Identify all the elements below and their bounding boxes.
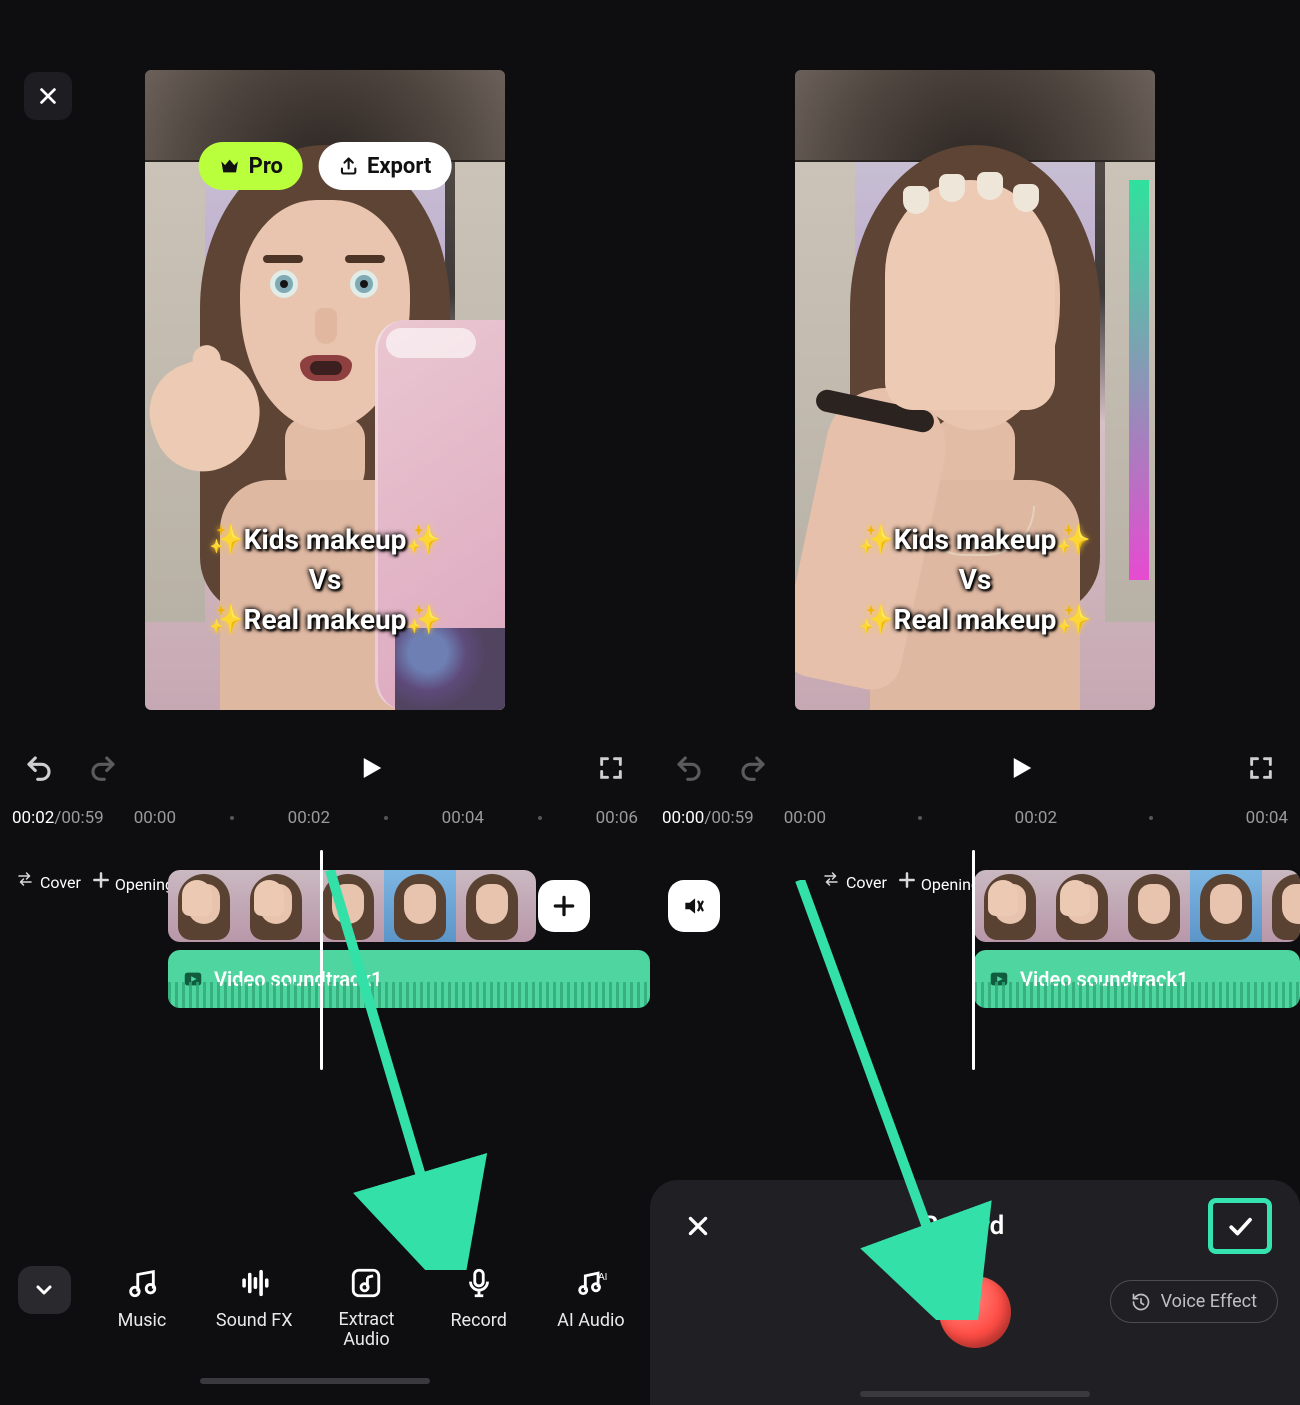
record-sheet: Record Voice Effect xyxy=(650,1180,1300,1405)
pro-badge[interactable]: Pro xyxy=(199,142,303,190)
record-close-button[interactable] xyxy=(678,1206,718,1246)
video-preview-area: Pro Export xyxy=(0,70,650,790)
time-ruler: 00:00/00:59 00:00 00:02 00:04 xyxy=(650,800,1300,828)
fullscreen-button[interactable] xyxy=(1242,749,1280,787)
undo-button[interactable] xyxy=(670,749,708,787)
overlay-caption-line1: ✨Kids makeup✨ xyxy=(145,520,505,560)
soundfx-tool[interactable]: Sound FX xyxy=(213,1266,295,1331)
timeline[interactable]: Cover Opening Video soundtr xyxy=(0,850,650,1050)
overlay-caption-line2: Vs xyxy=(795,560,1155,600)
check-icon xyxy=(1225,1211,1255,1241)
extract-audio-tool[interactable]: Extract Audio xyxy=(325,1266,407,1350)
microphone-icon xyxy=(462,1266,496,1300)
ai-audio-icon: AI xyxy=(573,1266,609,1300)
audio-track[interactable]: Video soundtrack1 xyxy=(974,950,1300,1008)
collapse-toolbar-button[interactable] xyxy=(18,1266,71,1314)
overlay-caption-line3: ✨Real makeup✨ xyxy=(145,600,505,640)
playhead[interactable] xyxy=(972,850,975,1070)
history-icon xyxy=(1131,1292,1151,1312)
opening-button[interactable]: Opening xyxy=(897,870,980,894)
ruler-mark: 00:00 xyxy=(784,808,826,828)
plus-icon xyxy=(551,893,577,919)
time-ruler: 00:02/00:59 00:00 00:02 00:04 00:06 xyxy=(0,800,650,828)
editor-pane-step2: ✨Kids makeup✨ Vs ✨Real makeup✨ xyxy=(650,0,1300,1405)
equalizer-icon xyxy=(237,1266,271,1300)
record-confirm-button[interactable] xyxy=(1208,1198,1272,1254)
chevron-down-icon xyxy=(32,1278,56,1302)
scroll-indicator xyxy=(860,1391,1090,1397)
redo-icon xyxy=(88,753,118,783)
voice-effect-button[interactable]: Voice Effect xyxy=(1110,1280,1278,1323)
record-tool[interactable]: Record xyxy=(438,1266,520,1331)
swap-icon xyxy=(820,870,842,888)
scroll-indicator xyxy=(200,1378,430,1384)
music-icon xyxy=(125,1266,159,1300)
svg-text:AI: AI xyxy=(598,1272,607,1283)
waveform xyxy=(168,982,650,1008)
fullscreen-icon xyxy=(1247,754,1275,782)
cover-button[interactable]: Cover xyxy=(14,870,81,894)
crown-icon xyxy=(219,155,241,177)
redo-icon xyxy=(738,753,768,783)
video-preview-area: ✨Kids makeup✨ Vs ✨Real makeup✨ xyxy=(650,70,1300,790)
video-clip-strip[interactable] xyxy=(974,870,1300,942)
plus-icon xyxy=(897,870,917,890)
undo-icon xyxy=(674,753,704,783)
ruler-mark: 00:04 xyxy=(1246,808,1288,828)
pro-label: Pro xyxy=(249,154,283,179)
overlay-caption-line1: ✨Kids makeup✨ xyxy=(795,520,1155,560)
ruler-mark: 00:02 xyxy=(288,808,330,828)
plus-icon xyxy=(91,870,111,890)
upload-icon xyxy=(339,156,359,176)
cover-button[interactable]: Cover xyxy=(820,870,887,894)
time-current: 00:00/00:59 xyxy=(662,808,754,828)
ruler-mark: 00:00 xyxy=(134,808,176,828)
record-sheet-title: Record xyxy=(922,1211,1005,1241)
swap-icon xyxy=(14,870,36,888)
play-button[interactable] xyxy=(350,748,390,788)
video-preview-frame[interactable]: ✨Kids makeup✨ Vs ✨Real makeup✨ xyxy=(795,70,1155,710)
opening-button[interactable]: Opening xyxy=(91,870,174,894)
undo-button[interactable] xyxy=(20,749,58,787)
playhead[interactable] xyxy=(320,850,323,1070)
play-icon xyxy=(1005,753,1035,783)
record-start-button[interactable] xyxy=(939,1276,1011,1348)
waveform xyxy=(974,982,1300,1008)
timeline[interactable]: Cover Opening Video soundtrack1 xyxy=(650,850,1300,1050)
ai-audio-tool[interactable]: AI AI Audio xyxy=(550,1266,632,1331)
play-icon xyxy=(355,753,385,783)
overlay-caption-line3: ✨Real makeup✨ xyxy=(795,600,1155,640)
time-current: 00:02/00:59 xyxy=(12,808,104,828)
export-button[interactable]: Export xyxy=(319,142,451,190)
fullscreen-button[interactable] xyxy=(592,749,630,787)
playback-controls xyxy=(650,740,1300,796)
export-label: Export xyxy=(367,154,431,179)
fullscreen-icon xyxy=(597,754,625,782)
redo-button[interactable] xyxy=(734,749,772,787)
ruler-mark: 00:02 xyxy=(1015,808,1057,828)
play-button[interactable] xyxy=(1000,748,1040,788)
audio-toolbar: Music Sound FX Extract Audio Record AI A… xyxy=(0,1250,650,1390)
video-clip-strip[interactable] xyxy=(168,870,536,942)
editor-pane-step1: Pro Export xyxy=(0,0,650,1405)
redo-button[interactable] xyxy=(84,749,122,787)
undo-icon xyxy=(24,753,54,783)
music-tool[interactable]: Music xyxy=(101,1266,183,1331)
close-icon xyxy=(685,1213,711,1239)
ruler-mark: 00:04 xyxy=(442,808,484,828)
overlay-caption-line2: Vs xyxy=(145,560,505,600)
ruler-mark: 00:06 xyxy=(596,808,638,828)
extract-audio-icon xyxy=(349,1266,383,1300)
add-clip-button[interactable] xyxy=(538,880,590,932)
audio-track[interactable]: Video soundtrack1 xyxy=(168,950,650,1008)
playback-controls xyxy=(0,740,650,796)
